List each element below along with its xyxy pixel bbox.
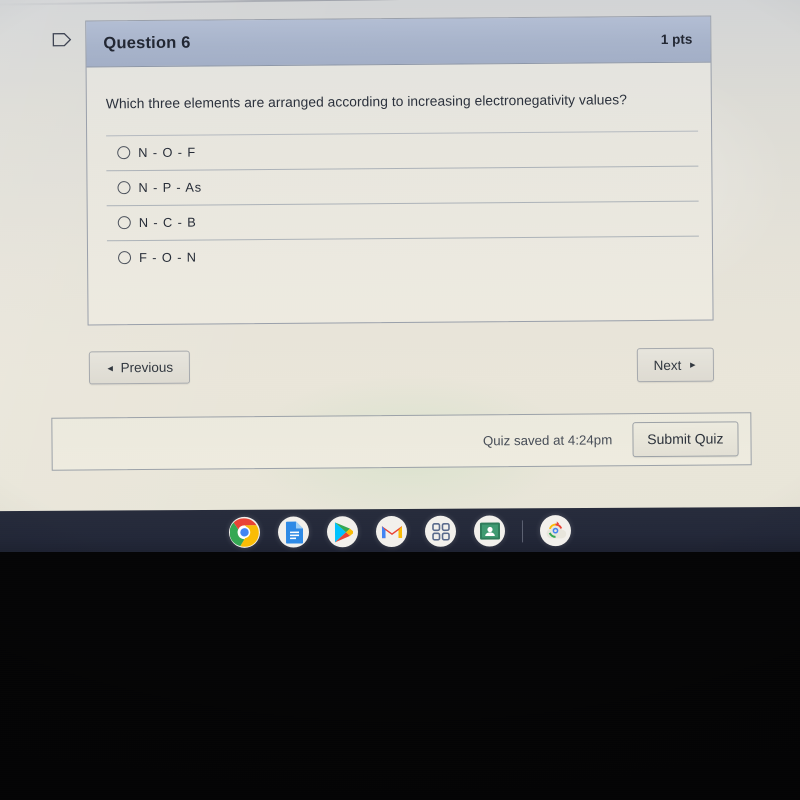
- apps-grid-icon: [424, 515, 457, 547]
- flag-outline-icon[interactable]: [52, 32, 72, 47]
- question-card: Question 6 1 pts Which three elements ar…: [85, 15, 714, 326]
- question-body: Which three elements are arranged accord…: [87, 63, 713, 276]
- question-title: Question 6: [103, 33, 191, 53]
- radio-button-icon[interactable]: [117, 216, 131, 230]
- answer-option[interactable]: F - O - N: [106, 235, 700, 276]
- answer-option[interactable]: N - C - B: [106, 200, 699, 241]
- shelf-item-gmail[interactable]: [375, 515, 408, 548]
- shelf-item-classroom[interactable]: [473, 514, 506, 547]
- question-header: Question 6 1 pts: [86, 16, 711, 68]
- shelf-item-play-store[interactable]: [326, 515, 359, 548]
- shelf-separator: [521, 519, 524, 542]
- browser-page: Question 6 1 pts Which three elements ar…: [0, 0, 800, 526]
- gmail-icon: [375, 515, 408, 548]
- question-points: 1 pts: [660, 31, 693, 47]
- shelf-item-apps-grid[interactable]: [424, 515, 457, 548]
- radio-button-icon[interactable]: [117, 146, 131, 160]
- chromeos-shelf: [0, 506, 800, 557]
- answer-option-label: N - O - F: [138, 145, 197, 161]
- answer-option[interactable]: N - P - As: [106, 165, 699, 206]
- play-store-icon: [326, 516, 359, 548]
- shelf-item-sync[interactable]: [539, 514, 572, 555]
- quiz-footer-bar: Quiz saved at 4:24pm Submit Quiz: [51, 412, 752, 471]
- shelf-item-docs[interactable]: [277, 515, 310, 548]
- google-docs-icon: [277, 516, 310, 548]
- next-question-button[interactable]: Next ►: [636, 347, 715, 383]
- quiz-saved-status: Quiz saved at 4:24pm: [482, 432, 613, 449]
- radio-button-icon[interactable]: [118, 251, 132, 265]
- screen-top-seam: [0, 0, 800, 6]
- radio-button-icon[interactable]: [117, 181, 131, 195]
- right-arrow-icon: ►: [688, 359, 698, 370]
- next-button-label: Next: [653, 357, 682, 373]
- previous-button-label: Previous: [120, 359, 174, 376]
- question-text: Which three elements are arranged accord…: [105, 92, 627, 112]
- submit-quiz-button[interactable]: Submit Quiz: [632, 421, 739, 458]
- answer-option-label: N - P - As: [138, 179, 203, 196]
- google-classroom-icon: [473, 515, 506, 547]
- laptop-screen-photo: Question 6 1 pts Which three elements ar…: [0, 0, 800, 800]
- answer-option-label: F - O - N: [139, 250, 197, 266]
- chrome-icon: [228, 516, 261, 548]
- previous-question-button[interactable]: ◄ Previous: [88, 350, 191, 385]
- sync-cloud-icon: [539, 515, 572, 547]
- answer-option[interactable]: N - O - F: [106, 130, 699, 171]
- answer-options-list: N - O - F N - P - As N - C - B F - O - N: [106, 130, 700, 276]
- screen-bezel-dark-area: [0, 552, 800, 800]
- shelf-item-chrome[interactable]: [228, 516, 261, 556]
- left-arrow-icon: ◄: [105, 362, 115, 373]
- answer-option-label: N - C - B: [138, 215, 197, 231]
